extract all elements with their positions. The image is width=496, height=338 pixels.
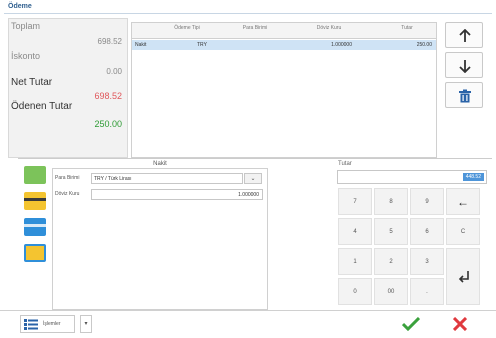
cell-tip: Nakit — [135, 42, 147, 48]
tutar-input[interactable]: 448.52 — [337, 170, 487, 184]
clear-key[interactable]: C — [446, 218, 480, 245]
para-birimi-select[interactable]: TRY / Türk Lirası — [91, 173, 243, 184]
move-down-button[interactable] — [445, 52, 483, 78]
window-title: Ödeme — [8, 3, 32, 10]
net-tutar-label: Net Tutar — [11, 77, 53, 88]
trash-icon — [459, 89, 471, 103]
islemler-label: İşlemler — [43, 321, 61, 327]
col-doviz-kuru[interactable]: Döviz Kuru — [304, 25, 354, 31]
payments-table: Ödeme Tipi Para Birimi Döviz Kuru Tutar … — [131, 22, 437, 158]
tutar-label: Tutar — [338, 161, 352, 167]
para-birimi-label: Para Birimi — [55, 175, 80, 181]
key-00[interactable]: 00 — [374, 278, 408, 305]
payment-type-header: Nakit — [153, 161, 167, 167]
cash-icon[interactable] — [24, 166, 46, 184]
key-8[interactable]: 8 — [374, 188, 408, 215]
key-5[interactable]: 5 — [374, 218, 408, 245]
toplam-label: Toplam — [11, 21, 41, 31]
cell-para: TRY — [197, 42, 207, 48]
col-para-birimi[interactable]: Para Birimi — [230, 25, 280, 31]
iskonto-value: 0.00 — [106, 67, 122, 76]
bank-card-icon[interactable] — [24, 218, 46, 236]
key-3[interactable]: 3 — [410, 248, 444, 275]
key-9[interactable]: 9 — [410, 188, 444, 215]
key-6[interactable]: 6 — [410, 218, 444, 245]
delete-button[interactable] — [445, 82, 483, 108]
toplam-value: 698.52 — [97, 37, 122, 46]
arrow-up-icon — [459, 29, 471, 42]
key-2[interactable]: 2 — [374, 248, 408, 275]
enter-key[interactable] — [446, 248, 480, 305]
key-decimal[interactable]: . — [410, 278, 444, 305]
move-up-button[interactable] — [445, 22, 483, 48]
key-7[interactable]: 7 — [338, 188, 372, 215]
key-1[interactable]: 1 — [338, 248, 372, 275]
col-odeme-tipi[interactable]: Ödeme Tipi — [162, 25, 212, 31]
chevron-down-icon[interactable]: ⌄ — [244, 173, 262, 184]
iskonto-label: İskonto — [11, 51, 41, 61]
title-divider — [4, 13, 492, 14]
doviz-kuru-input[interactable]: 1.000000 — [91, 189, 263, 200]
cancel-button[interactable] — [444, 314, 478, 334]
confirm-button[interactable] — [396, 314, 426, 334]
summary-panel: Toplam 698.52 İskonto 0.00 Net Tutar 698… — [8, 18, 128, 158]
backspace-key[interactable]: ← — [446, 188, 480, 215]
enter-icon — [458, 271, 469, 283]
islemler-dropdown[interactable]: ▾ — [80, 315, 92, 333]
check-icon — [402, 317, 420, 331]
odenen-value: 250.00 — [94, 119, 122, 129]
table-row[interactable]: Nakit TRY 1.000000 250.00 — [132, 40, 436, 50]
net-tutar-value: 698.52 — [94, 91, 122, 101]
col-tutar[interactable]: Tutar — [382, 25, 432, 31]
table-header: Ödeme Tipi Para Birimi Döviz Kuru Tutar — [132, 23, 436, 39]
cross-icon — [453, 317, 467, 331]
payment-form: Para Birimi TRY / Türk Lirası ⌄ Döviz Ku… — [52, 168, 268, 310]
odenen-label: Ödenen Tutar — [11, 101, 73, 112]
cell-tutar: 250.00 — [416, 42, 432, 48]
doviz-kuru-label: Döviz Kuru — [55, 191, 80, 197]
card-icon[interactable] — [24, 192, 46, 210]
payment-type-list — [20, 160, 48, 310]
key-0[interactable]: 0 — [338, 278, 372, 305]
list-icon — [24, 319, 38, 330]
islemler-button[interactable]: İşlemler — [20, 315, 75, 333]
tutar-value: 448.52 — [462, 173, 484, 181]
voucher-icon[interactable] — [24, 244, 46, 262]
cell-kur: 1.000000 — [331, 42, 352, 48]
arrow-down-icon — [459, 60, 471, 73]
key-4[interactable]: 4 — [338, 218, 372, 245]
